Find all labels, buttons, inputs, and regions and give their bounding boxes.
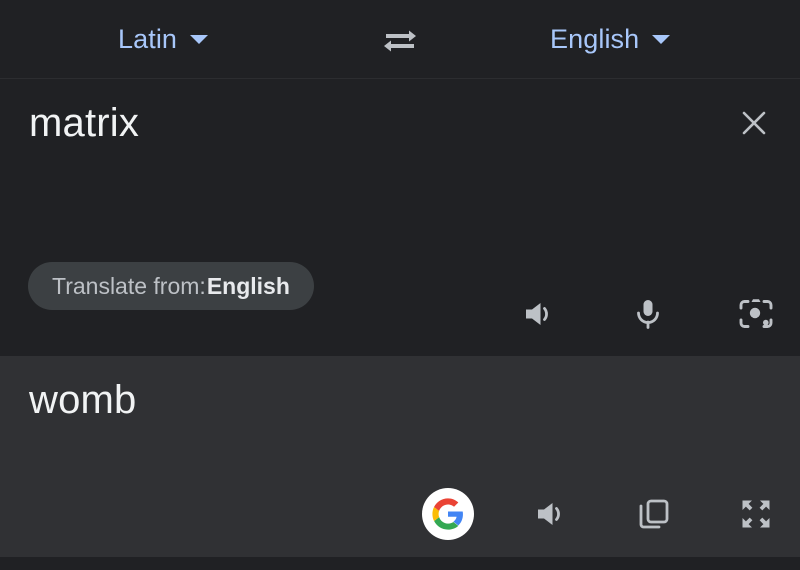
listen-source-button[interactable] [514, 288, 566, 340]
source-text-panel: matrix Translate from: English [0, 79, 800, 356]
result-action-row [420, 486, 782, 542]
detected-language-prefix: Translate from: [52, 272, 206, 299]
copy-translation-button[interactable] [628, 488, 680, 540]
detected-language-chip[interactable]: Translate from: English [28, 262, 314, 310]
source-language-selector[interactable]: Latin [108, 20, 218, 59]
google-g-logo-icon [422, 488, 474, 540]
voice-input-button[interactable] [622, 288, 674, 340]
clear-source-text-button[interactable] [728, 97, 780, 149]
chevron-down-icon [652, 34, 671, 44]
google-search-button[interactable] [420, 486, 476, 542]
swap-languages-button[interactable] [374, 13, 426, 65]
language-selector-bar: Latin English [0, 0, 800, 79]
source-language-label: Latin [118, 23, 178, 54]
translation-result-text: womb [29, 378, 137, 422]
bottom-strip [0, 557, 800, 570]
target-language-selector[interactable]: English [540, 20, 680, 59]
translate-app-window: Latin English matrix Translate from: Eng… [0, 0, 800, 570]
expand-translation-button[interactable] [730, 488, 782, 540]
listen-translation-button[interactable] [526, 488, 578, 540]
detected-language-value: English [206, 272, 290, 299]
chevron-down-icon [190, 34, 209, 44]
lens-camera-button[interactable] [730, 288, 782, 340]
source-text-input[interactable]: matrix [29, 99, 139, 147]
translation-result-panel: womb [0, 356, 800, 557]
target-language-label: English [550, 23, 640, 54]
source-action-row [514, 288, 782, 340]
